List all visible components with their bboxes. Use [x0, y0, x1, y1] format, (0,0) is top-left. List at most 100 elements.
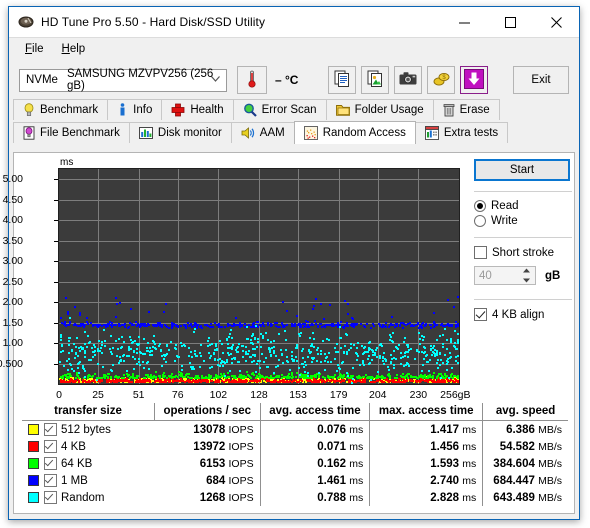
chart-data-point [67, 343, 70, 346]
donate-button[interactable]: $ [427, 66, 456, 94]
chart-data-point [385, 358, 388, 361]
chart-data-point [78, 381, 81, 384]
chart-data-point [267, 338, 270, 341]
radio-write[interactable]: Write [474, 215, 574, 227]
chart-data-point [390, 315, 393, 318]
chart-data-point [199, 355, 202, 358]
chart-data-point [319, 352, 322, 355]
chart-data-point [226, 372, 229, 375]
drive-select[interactable]: NVMe SAMSUNG MZVPV256 (256 gB) [19, 68, 227, 92]
chart-data-point [83, 376, 86, 379]
tab-label: Benchmark [40, 104, 99, 116]
start-button[interactable]: Start [474, 159, 570, 181]
tab-label: Random Access [322, 127, 406, 139]
series-visibility-checkbox[interactable] [44, 440, 57, 453]
chart-data-point [336, 380, 339, 383]
transfer-size-cell[interactable]: 1 MB [22, 472, 155, 489]
short-stroke-input[interactable]: 40 [474, 266, 536, 285]
checkbox-short-stroke[interactable]: Short stroke [474, 246, 574, 259]
series-visibility-checkbox[interactable] [44, 457, 57, 470]
series-visibility-checkbox[interactable] [44, 423, 57, 436]
chart-data-point [426, 379, 429, 382]
tab-folder-usage[interactable]: Folder Usage [325, 99, 434, 120]
chart-data-point [170, 340, 173, 343]
tab-benchmark[interactable]: Benchmark [13, 99, 109, 120]
series-visibility-checkbox[interactable] [44, 491, 57, 504]
temperature-button[interactable] [237, 66, 267, 94]
tab-random-access[interactable]: Random Access [293, 121, 416, 144]
spinner-arrows[interactable] [520, 268, 533, 283]
tab-info[interactable]: Info [107, 99, 163, 120]
chart-data-point [89, 321, 92, 324]
tab-disk-monitor[interactable]: Disk monitor [128, 122, 232, 143]
chart-data-point [74, 345, 77, 348]
chart-data-point [84, 350, 87, 353]
chart-data-point [144, 352, 147, 355]
chart-data-point [186, 321, 189, 324]
chart-data-point [285, 360, 288, 363]
chart-data-point [268, 376, 271, 379]
radio-read[interactable]: Read [474, 200, 574, 212]
menu-file[interactable]: FFileile [16, 41, 53, 57]
series-visibility-checkbox[interactable] [44, 474, 57, 487]
chart-data-point [162, 372, 165, 375]
table-row: 4 KB 13972 IOPS 0.071 ms 1.456 ms 54.582 MB/… [22, 438, 568, 455]
chart-data-point [204, 323, 207, 326]
chart-data-point [361, 361, 364, 364]
exit-button[interactable]: Exit [513, 66, 569, 94]
chart-data-point [369, 380, 372, 383]
chart-data-point [415, 380, 418, 383]
transfer-size-cell[interactable]: 512 bytes [22, 421, 155, 438]
chart-data-point [346, 313, 349, 316]
close-button[interactable] [533, 7, 579, 37]
chart-data-point [422, 321, 425, 324]
align-4kb-label: 4 KB align [492, 308, 545, 321]
drive-interface-label: NVMe [26, 74, 58, 86]
copy-image-button[interactable] [361, 66, 390, 94]
download-button[interactable] [460, 66, 489, 94]
chart-data-point [73, 343, 76, 346]
chart-data-point [207, 340, 210, 343]
tab-erase[interactable]: Erase [432, 99, 500, 120]
menu-help[interactable]: Help [53, 41, 95, 57]
chart-data-point [362, 376, 365, 379]
tab-extra-tests[interactable]: Extra tests [414, 122, 509, 143]
chart-data-point [330, 360, 333, 363]
transfer-size-cell[interactable]: Random [22, 489, 155, 506]
chart-data-point [322, 317, 325, 320]
chart-data-point [438, 335, 441, 338]
tab-error-scan[interactable]: Error Scan [232, 99, 327, 120]
chart-data-point [367, 362, 370, 365]
tab-file-benchmark[interactable]: File Benchmark [13, 122, 130, 143]
max-access-time-cell: 1.417 ms [369, 420, 484, 438]
minimize-button[interactable] [441, 7, 487, 37]
chart-data-point [232, 343, 235, 346]
maximize-button[interactable] [487, 7, 533, 37]
transfer-size-cell[interactable]: 64 KB [22, 455, 155, 472]
chart-data-point [363, 325, 366, 328]
chart-data-point [249, 355, 252, 358]
chart-data-point [111, 326, 114, 329]
transfer-size-cell[interactable]: 4 KB [22, 438, 155, 455]
screenshot-button[interactable] [394, 66, 423, 94]
avg-access-time-cell: 0.076 ms [260, 420, 371, 438]
chart-data-point [254, 353, 257, 356]
chart-data-point [143, 366, 146, 369]
chart-data-point [270, 354, 273, 357]
trash-icon [443, 103, 455, 117]
chart-data-point [93, 353, 96, 356]
chart-data-point [281, 379, 284, 382]
chart-data-point [302, 348, 305, 351]
chart-data-point [159, 350, 162, 353]
tab-health[interactable]: Health [161, 99, 234, 120]
chart-data-point [213, 349, 216, 352]
copy-text-button[interactable] [328, 66, 357, 94]
chart-data-point [125, 373, 128, 376]
chart-data-point [233, 376, 236, 379]
chart-data-point [457, 362, 459, 365]
chart-data-point [128, 373, 131, 376]
chart-data-point [336, 351, 339, 354]
checkbox-4kb-align[interactable]: 4 KB align [474, 308, 574, 321]
tab-aam[interactable]: AAM [230, 122, 295, 143]
column-header: transfer size [22, 403, 155, 421]
